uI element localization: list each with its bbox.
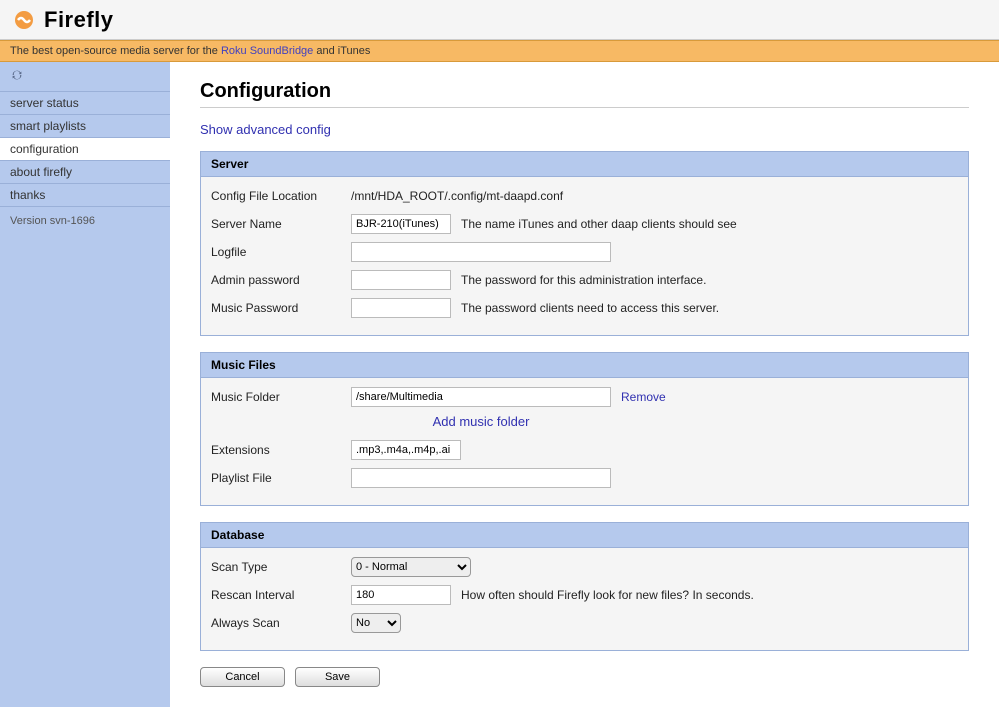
playlist-file-label: Playlist File bbox=[211, 471, 351, 485]
server-heading: Server bbox=[201, 152, 968, 177]
logo-text: Firefly bbox=[44, 7, 114, 33]
firefly-logo-icon bbox=[10, 8, 38, 32]
music-password-input[interactable] bbox=[351, 298, 451, 318]
tagline-bar: The best open-source media server for th… bbox=[0, 40, 999, 62]
database-section: Database Scan Type 0 - Normal Rescan Int… bbox=[200, 522, 969, 651]
extensions-input[interactable] bbox=[351, 440, 461, 460]
tagline-post: and iTunes bbox=[313, 45, 370, 57]
roku-link[interactable]: Roku SoundBridge bbox=[221, 45, 313, 57]
music-password-desc: The password clients need to access this… bbox=[461, 301, 719, 315]
config-file-value: /mnt/HDA_ROOT/.config/mt-daapd.conf bbox=[351, 189, 563, 203]
advanced-config-link[interactable]: Show advanced config bbox=[200, 122, 331, 137]
database-heading: Database bbox=[201, 523, 968, 548]
refresh-button[interactable] bbox=[0, 62, 170, 92]
logfile-input[interactable] bbox=[351, 242, 611, 262]
always-scan-select[interactable]: No bbox=[351, 613, 401, 633]
music-folder-label: Music Folder bbox=[211, 390, 351, 404]
rescan-interval-desc: How often should Firefly look for new fi… bbox=[461, 588, 754, 602]
server-section: Server Config File Location /mnt/HDA_ROO… bbox=[200, 151, 969, 336]
music-password-label: Music Password bbox=[211, 301, 351, 315]
tagline-pre: The best open-source media server for th… bbox=[10, 45, 221, 57]
music-folder-input[interactable] bbox=[351, 387, 611, 407]
admin-password-desc: The password for this administration int… bbox=[461, 273, 706, 287]
remove-folder-link[interactable]: Remove bbox=[621, 390, 666, 404]
server-name-label: Server Name bbox=[211, 217, 351, 231]
scan-type-label: Scan Type bbox=[211, 560, 351, 574]
rescan-interval-input[interactable] bbox=[351, 585, 451, 605]
admin-password-input[interactable] bbox=[351, 270, 451, 290]
add-music-folder-link[interactable]: Add music folder bbox=[351, 414, 611, 429]
scan-type-select[interactable]: 0 - Normal bbox=[351, 557, 471, 577]
logfile-label: Logfile bbox=[211, 245, 351, 259]
always-scan-label: Always Scan bbox=[211, 616, 351, 630]
page-title: Configuration bbox=[200, 80, 969, 108]
sidebar-item-thanks[interactable]: thanks bbox=[0, 184, 170, 207]
sidebar-item-configuration[interactable]: configuration bbox=[0, 138, 170, 161]
music-files-heading: Music Files bbox=[201, 353, 968, 378]
app-header: Firefly bbox=[0, 0, 999, 40]
sidebar-item-server-status[interactable]: server status bbox=[0, 92, 170, 115]
cancel-button[interactable]: Cancel bbox=[200, 667, 285, 687]
music-files-section: Music Files Music Folder Remove Add musi… bbox=[200, 352, 969, 506]
extensions-label: Extensions bbox=[211, 443, 351, 457]
playlist-file-input[interactable] bbox=[351, 468, 611, 488]
sidebar-item-smart-playlists[interactable]: smart playlists bbox=[0, 115, 170, 138]
save-button[interactable]: Save bbox=[295, 667, 380, 687]
rescan-interval-label: Rescan Interval bbox=[211, 588, 351, 602]
admin-password-label: Admin password bbox=[211, 273, 351, 287]
server-name-desc: The name iTunes and other daap clients s… bbox=[461, 217, 737, 231]
config-file-label: Config File Location bbox=[211, 189, 351, 203]
main-content: Configuration Show advanced config Serve… bbox=[170, 62, 999, 707]
sidebar-item-about-firefly[interactable]: about firefly bbox=[0, 161, 170, 184]
sidebar: server status smart playlists configurat… bbox=[0, 62, 170, 707]
version-text: Version svn-1696 bbox=[0, 207, 170, 235]
server-name-input[interactable] bbox=[351, 214, 451, 234]
